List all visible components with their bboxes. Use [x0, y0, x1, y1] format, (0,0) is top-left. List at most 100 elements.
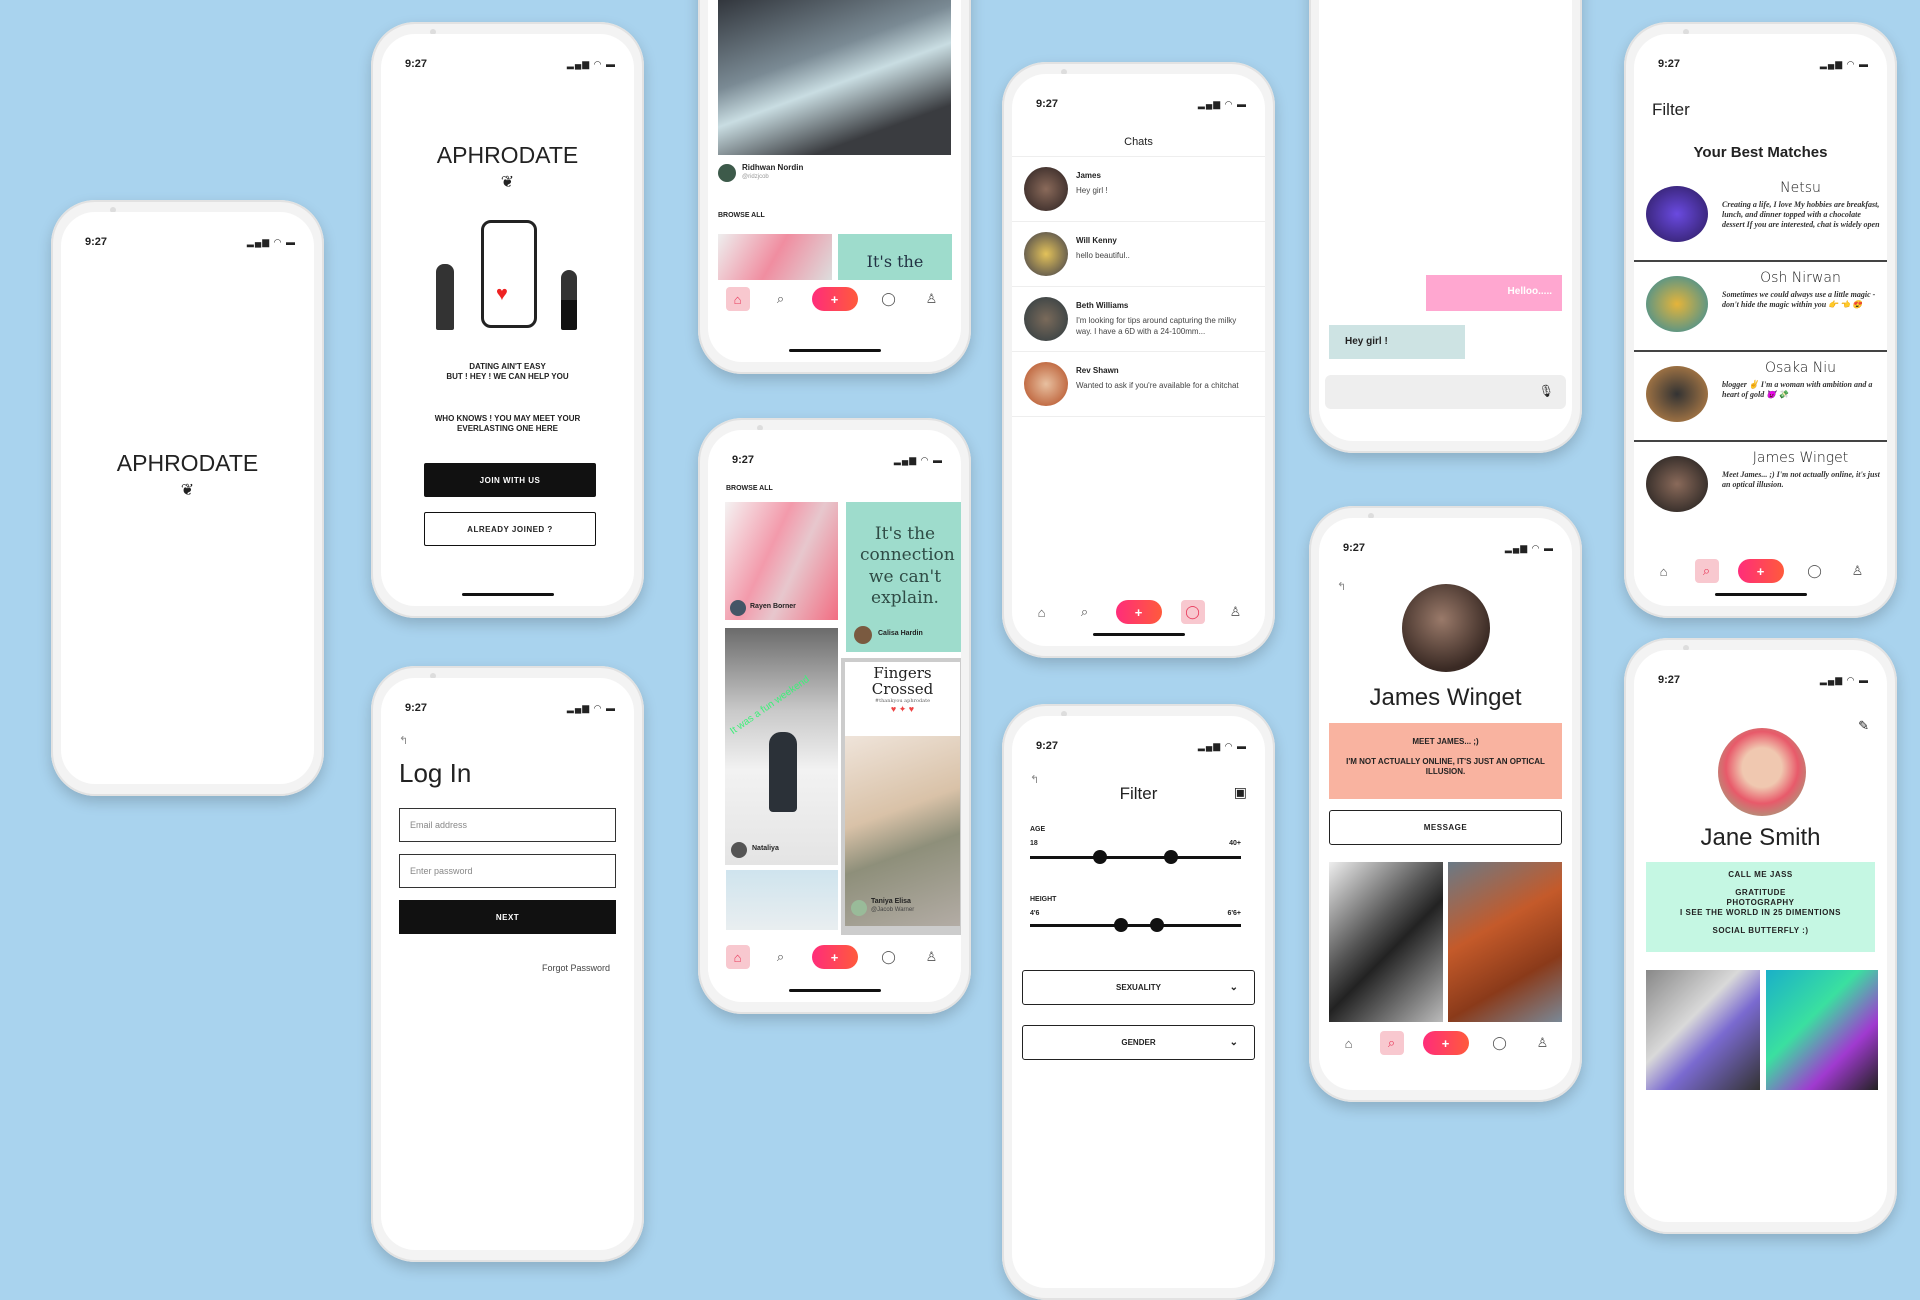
search-icon[interactable]: ⌕ — [1073, 600, 1097, 624]
chat-icon[interactable]: ◯ — [1803, 559, 1827, 583]
chat-icon[interactable]: ◯ — [877, 945, 901, 969]
profile-icon[interactable]: ♙ — [1531, 1031, 1555, 1055]
author-avatar — [730, 600, 746, 616]
add-button[interactable]: + — [1737, 559, 1784, 583]
age-label: AGE — [1030, 826, 1046, 833]
status-time: 9:27 — [1658, 58, 1681, 70]
screen: 9:27 ▂▄▆ ◠ ▬ ✎ Jane Smith CALL ME JASS G… — [1634, 650, 1887, 1222]
height-max-knob[interactable] — [1149, 918, 1164, 932]
filter-title: Filter — [1119, 784, 1158, 803]
height-min: 4'6 — [1030, 910, 1040, 917]
home-icon[interactable]: ⌂ — [725, 287, 750, 311]
status-time: 9:27 — [1658, 674, 1681, 686]
match-name: James Winget — [1752, 450, 1849, 466]
add-button[interactable]: + — [1115, 600, 1162, 624]
match-item[interactable]: Netsu Creating a life, I love My hobbies … — [1634, 174, 1887, 262]
message-button[interactable]: MESSAGE — [1329, 810, 1562, 845]
height-slider[interactable] — [1030, 918, 1241, 932]
subtagline-line: WHO KNOWS ! YOU MAY MEET YOUR — [434, 414, 581, 423]
profile-avatar — [1402, 584, 1490, 672]
screen: 9:27 ▂▄▆ ◠ ▬ APHRODATE ❦ — [61, 212, 314, 784]
author-name: Taniya Elisa — [871, 898, 911, 905]
bottom-nav: ⌂ ⌕ + ◯ ♙ — [1634, 556, 1887, 586]
home-icon[interactable]: ⌂ — [1652, 559, 1676, 583]
filter-link[interactable]: Filter — [1652, 100, 1690, 120]
post-card[interactable]: It was a fun weekend Nataliya — [725, 628, 838, 865]
chat-item[interactable]: James Hey girl ! — [1012, 157, 1265, 222]
bio-card: MEET JAMES... ;) I'M NOT ACTUALLY ONLINE,… — [1329, 723, 1562, 799]
building-photo — [726, 870, 838, 930]
chat-preview: Wanted to ask if you're available for a … — [1076, 381, 1239, 390]
app-title: APHRODATE — [116, 450, 259, 476]
chat-item[interactable]: Will Kenny hello beautiful.. — [1012, 222, 1265, 287]
age-slider[interactable] — [1030, 850, 1241, 864]
author-avatar — [718, 164, 736, 182]
chat-icon[interactable]: ◯ — [877, 287, 901, 311]
microphone-icon[interactable]: 🎙 — [1539, 384, 1554, 398]
quote-text: It's the connection we can't explain. — [860, 524, 955, 608]
avatar — [1646, 456, 1708, 512]
profile-icon[interactable]: ♙ — [920, 945, 944, 969]
home-icon[interactable]: ⌂ — [1337, 1031, 1361, 1055]
matches-title: Your Best Matches — [1693, 144, 1828, 161]
chat-item[interactable]: Beth Williams I'm looking for tips around… — [1012, 287, 1265, 352]
profile-icon[interactable]: ♙ — [1224, 600, 1248, 624]
photo-climber — [1448, 862, 1562, 1022]
already-joined-button[interactable]: ALREADY JOINED ? — [424, 512, 596, 546]
home-indicator — [788, 349, 881, 352]
edit-icon[interactable]: ✎ — [1858, 718, 1869, 734]
height-min-knob[interactable] — [1113, 918, 1128, 932]
email-input[interactable]: Email address — [399, 808, 616, 842]
home-icon[interactable]: ⌂ — [725, 945, 750, 969]
search-icon[interactable]: ⌕ — [769, 945, 793, 969]
back-icon[interactable]: ↰ — [1337, 580, 1346, 593]
sexuality-dropdown[interactable]: SEXUALITY ⌄ — [1022, 970, 1255, 1005]
match-name: Osh Nirwan — [1760, 270, 1841, 286]
chat-icon[interactable]: ◯ — [1180, 600, 1205, 624]
chat-name: Beth Williams — [1076, 301, 1129, 310]
message-input[interactable]: 🎙 — [1325, 375, 1566, 409]
screen: 9:27 ▂▄▆ ◠ ▬ APHRODATE ❦ ♥ DATING AIN'T … — [381, 34, 634, 606]
match-item[interactable]: James Winget Meet James... ;) I'm not act… — [1634, 444, 1887, 532]
chat-preview: I'm looking for tips around capturing th… — [1076, 316, 1237, 336]
add-button[interactable]: + — [811, 287, 858, 311]
age-max-knob[interactable] — [1164, 850, 1179, 864]
chevron-down-icon: ⌄ — [1229, 1037, 1238, 1048]
height-max: 6'6+ — [1227, 910, 1241, 917]
avatar — [1646, 366, 1708, 422]
post-card[interactable]: Fingers Crossed #thankyou aphrodate ♥ ✦ … — [841, 658, 961, 935]
chat-icon[interactable]: ◯ — [1488, 1031, 1512, 1055]
match-item[interactable]: Osaka Niu blogger ✌ I'm a woman with ambi… — [1634, 354, 1887, 442]
gender-dropdown[interactable]: GENDER ⌄ — [1022, 1025, 1255, 1060]
password-input[interactable]: Enter password — [399, 854, 616, 888]
profile-icon[interactable]: ♙ — [1846, 559, 1870, 583]
screen: 9:27 ▂▄▆ ◠ ▬ BROWSE ALL Rayen Borner It'… — [708, 430, 961, 1002]
post-card[interactable]: It's the connection we can't explain. Ca… — [846, 502, 961, 652]
match-item[interactable]: Osh Nirwan Sometimes we could always use … — [1634, 264, 1887, 352]
avatar — [1646, 276, 1708, 332]
next-button[interactable]: NEXT — [399, 900, 616, 934]
post-card[interactable]: Rayen Borner — [725, 502, 838, 620]
save-icon[interactable]: ▣ — [1234, 784, 1247, 801]
search-icon[interactable]: ⌕ — [769, 287, 793, 311]
tagline-line: BUT ! HEY ! WE CAN HELP YOU — [446, 372, 569, 381]
search-icon[interactable]: ⌕ — [1694, 559, 1719, 583]
profile-icon[interactable]: ♙ — [920, 287, 944, 311]
search-icon[interactable]: ⌕ — [1379, 1031, 1404, 1055]
chat-item[interactable]: Rev Shawn Wanted to ask if you're availab… — [1012, 352, 1265, 417]
add-button[interactable]: + — [1422, 1031, 1469, 1055]
add-button[interactable]: + — [811, 945, 858, 969]
post-thumb-art — [718, 234, 832, 280]
age-max: 40+ — [1229, 840, 1241, 847]
join-button[interactable]: JOIN WITH US — [424, 463, 596, 497]
forgot-password-link[interactable]: Forgot Password — [542, 963, 610, 973]
emoji-row: ♥ ✦ ♥ — [890, 703, 915, 714]
bio-line: I SEE THE WORLD IN 25 DIMENTIONS — [1680, 908, 1841, 917]
home-icon[interactable]: ⌂ — [1030, 600, 1054, 624]
age-min-knob[interactable] — [1092, 850, 1107, 864]
back-icon[interactable]: ↰ — [399, 734, 408, 747]
chat-name: Will Kenny — [1076, 236, 1117, 245]
screen: 9:27 ▂▄▆ ◠ ▬ Filter Your Best Matches Ne… — [1634, 34, 1887, 606]
avatar — [1024, 362, 1068, 406]
status-icons: ▂▄▆ ◠ ▬ — [1197, 99, 1247, 109]
